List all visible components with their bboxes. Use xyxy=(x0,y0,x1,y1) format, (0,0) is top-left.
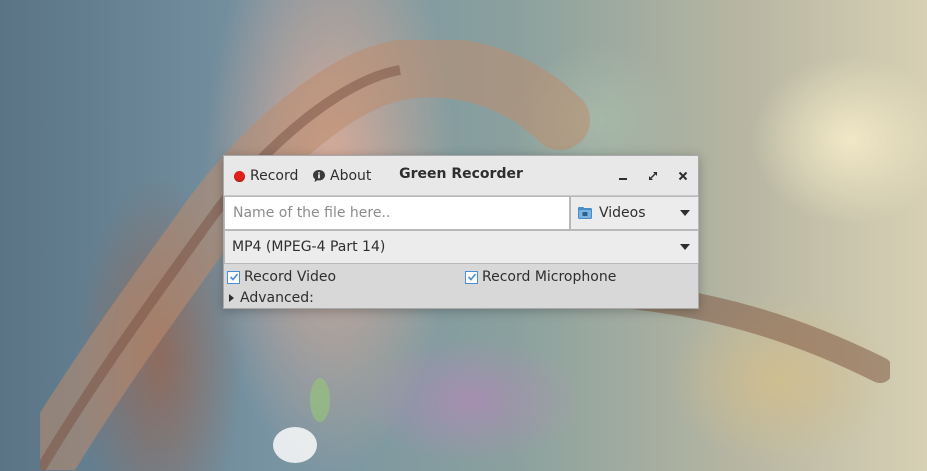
minimize-button[interactable] xyxy=(614,167,632,185)
close-button[interactable] xyxy=(674,167,692,185)
close-icon xyxy=(678,171,688,181)
options-row: Record Video Record Microphone xyxy=(224,266,698,288)
advanced-expander[interactable]: Advanced: xyxy=(229,290,314,306)
info-icon xyxy=(313,170,325,182)
about-button[interactable]: About xyxy=(312,166,371,186)
maximize-icon xyxy=(649,172,657,180)
chevron-down-icon xyxy=(680,210,690,216)
checkbox-icon xyxy=(227,270,240,284)
chevron-down-icon xyxy=(680,244,690,250)
minimize-icon xyxy=(619,178,627,180)
file-name-input[interactable] xyxy=(224,196,570,230)
green-recorder-window: Record About Green Recorder Name of the … xyxy=(223,155,699,309)
format-label: MP4 (MPEG-4 Part 14) xyxy=(232,239,386,255)
folder-label: Videos xyxy=(599,205,646,221)
record-video-label: Record Video xyxy=(244,269,337,285)
file-row: Videos xyxy=(224,196,699,230)
format-dropdown[interactable]: MP4 (MPEG-4 Part 14) xyxy=(224,230,699,264)
advanced-label: Advanced: xyxy=(240,290,314,306)
record-dot-icon xyxy=(234,170,245,182)
expander-arrow-icon xyxy=(229,294,234,302)
folder-icon xyxy=(578,207,592,219)
record-microphone-checkbox[interactable]: Record Microphone xyxy=(465,269,616,285)
record-video-checkbox[interactable]: Record Video xyxy=(227,269,336,285)
checkbox-icon xyxy=(465,270,478,284)
maximize-button[interactable] xyxy=(644,167,662,185)
record-microphone-label: Record Microphone xyxy=(482,269,617,285)
about-label: About xyxy=(330,168,372,184)
folder-chooser[interactable]: Videos xyxy=(570,196,699,230)
record-label: Record xyxy=(250,168,299,184)
record-button[interactable]: Record xyxy=(234,166,298,186)
title-bar: Record About Green Recorder xyxy=(224,156,698,196)
